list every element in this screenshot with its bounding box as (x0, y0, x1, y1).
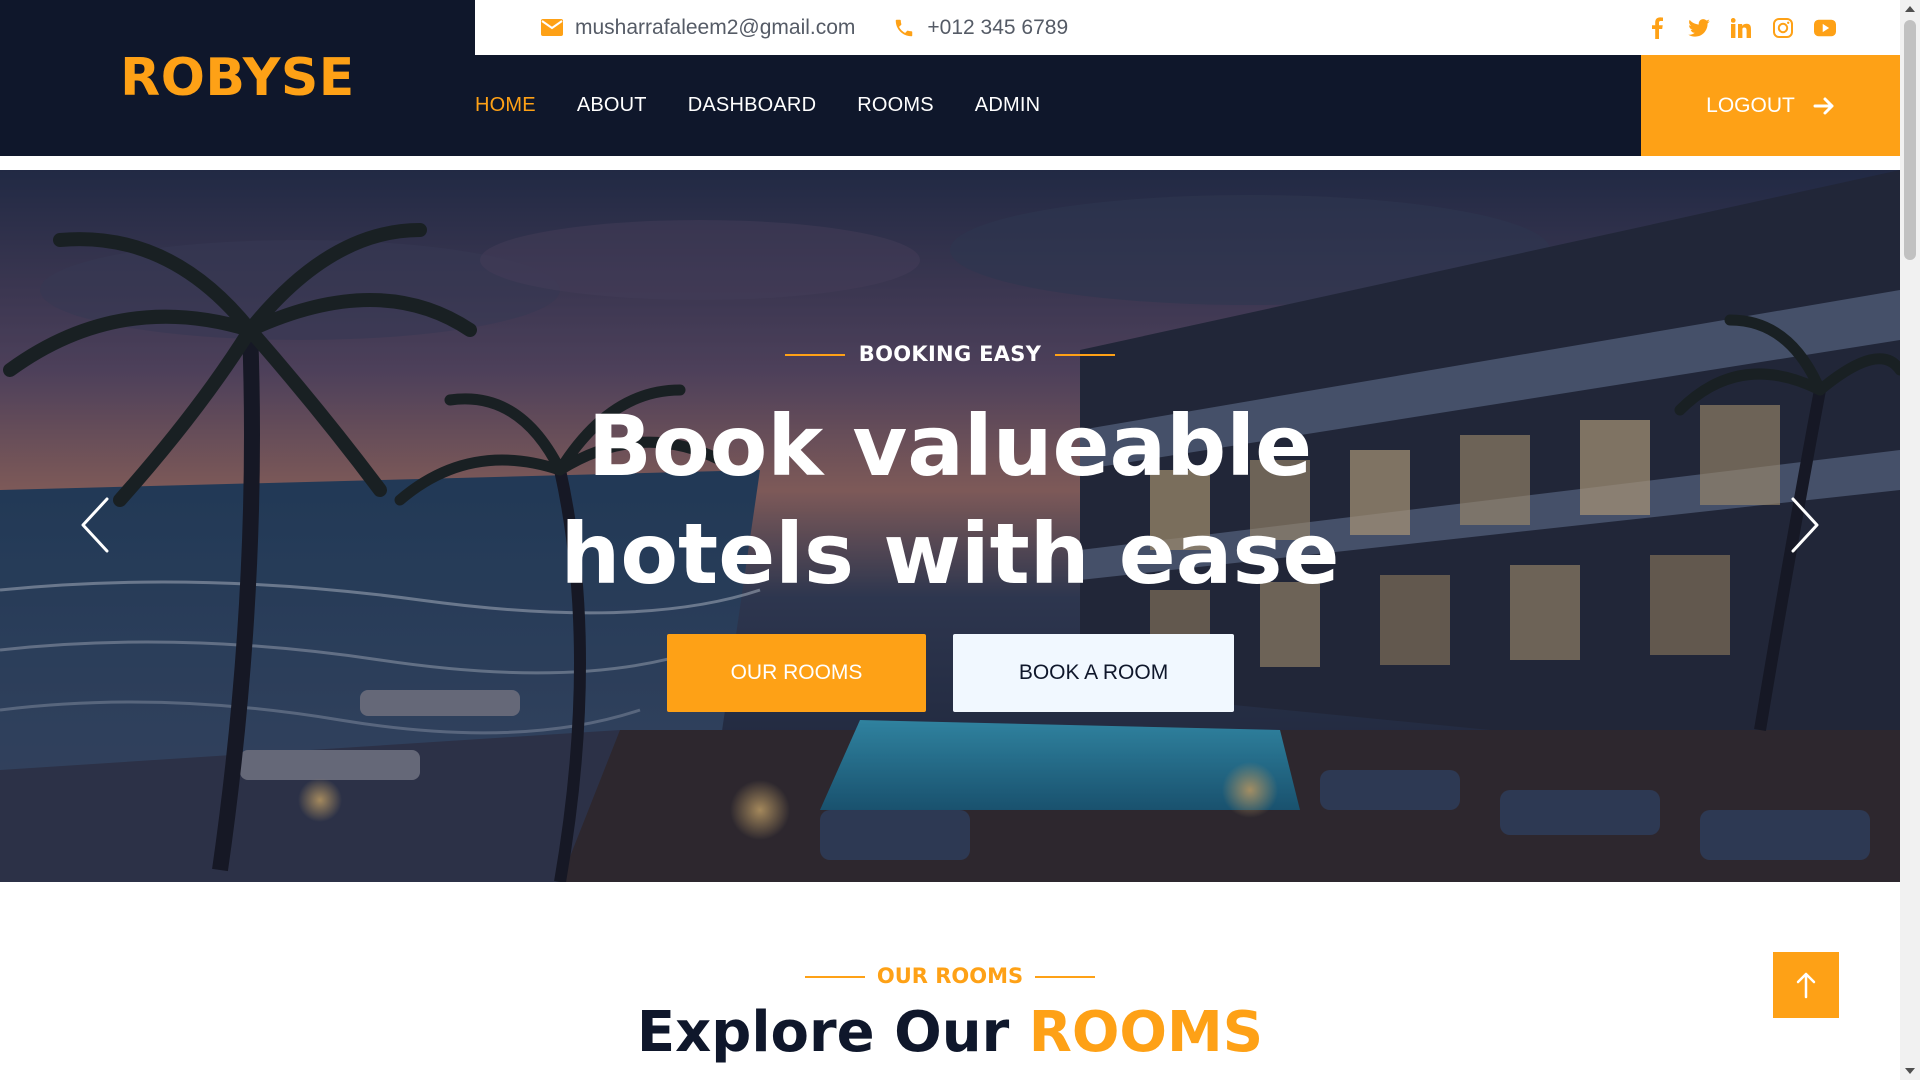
phone-text: +012 345 6789 (927, 15, 1069, 39)
phone-contact[interactable]: +012 345 6789 (893, 16, 1068, 40)
linkedin-icon[interactable] (1730, 17, 1752, 39)
scroll-down-arrow[interactable] (1900, 1062, 1920, 1080)
brand-block: ROBYSE (0, 0, 475, 156)
rooms-section-title: Explore Our ROOMS (0, 1000, 1900, 1065)
scroll-thumb[interactable] (1904, 20, 1916, 260)
rooms-eyebrow-line-left (804, 976, 865, 978)
hero-title-line1: Book valueable (587, 397, 1313, 495)
carousel-next-button[interactable] (1780, 490, 1830, 560)
rooms-eyebrow: OUR ROOMS (0, 964, 1900, 988)
logout-button[interactable]: LOGOUT (1641, 55, 1900, 156)
hero-title-line2: hotels with ease (560, 505, 1340, 603)
rooms-eyebrow-text: OUR ROOMS (876, 964, 1024, 988)
phone-icon (896, 19, 913, 36)
header-divider (0, 156, 1900, 170)
nav-item-dashboard[interactable]: DASHBOARD (688, 94, 817, 117)
youtube-icon[interactable] (1814, 17, 1836, 39)
instagram-icon[interactable] (1772, 17, 1794, 39)
carousel-prev-button[interactable] (70, 490, 120, 560)
nav-menu: HOME ABOUT DASHBOARD ROOMS ADMIN (475, 55, 1081, 156)
main-navbar: HOME ABOUT DASHBOARD ROOMS ADMIN LOGOUT (475, 55, 1900, 156)
our-rooms-button[interactable]: OUR ROOMS (667, 634, 926, 712)
page-scrollbar[interactable] (1900, 0, 1920, 1080)
book-a-room-button[interactable]: BOOK A ROOM (953, 634, 1234, 712)
eyebrow-line-left (784, 354, 845, 356)
back-to-top-button[interactable] (1773, 952, 1839, 1018)
nav-item-home[interactable]: HOME (475, 94, 536, 117)
envelope-icon (541, 19, 563, 36)
hero-eyebrow-text: BOOKING EASY (858, 342, 1042, 366)
hero-carousel: BOOKING EASY Book valueable hotels with … (0, 170, 1900, 882)
scroll-up-arrow[interactable] (1900, 0, 1920, 18)
rooms-title-text: Explore Our (636, 1000, 1010, 1065)
twitter-icon[interactable] (1688, 17, 1710, 39)
email-text: musharrafaleem2@gmail.com (575, 15, 856, 39)
hero-title: Book valueable hotels with ease (0, 392, 1900, 608)
hero-content: BOOKING EASY Book valueable hotels with … (0, 170, 1900, 882)
nav-item-about[interactable]: ABOUT (577, 94, 647, 117)
nav-item-rooms[interactable]: ROOMS (857, 94, 934, 117)
facebook-icon[interactable] (1646, 16, 1668, 39)
email-contact[interactable]: musharrafaleem2@gmail.com (541, 16, 855, 40)
chevron-left-icon (81, 497, 109, 553)
logout-label: LOGOUT (1706, 93, 1795, 117)
rooms-title-accent: ROOMS (1028, 1000, 1264, 1065)
brand-logo[interactable]: ROBYSE (120, 48, 355, 108)
nav-item-admin[interactable]: ADMIN (975, 94, 1040, 117)
triangle-down-icon (1905, 1068, 1915, 1074)
arrow-up-icon (1796, 972, 1816, 999)
social-links (1646, 0, 1836, 55)
top-contact-bar: musharrafaleem2@gmail.com +012 345 6789 (475, 0, 1900, 55)
rooms-eyebrow-line-right (1035, 976, 1096, 978)
arrow-right-icon (1813, 97, 1834, 114)
eyebrow-line-right (1055, 354, 1116, 356)
hero-eyebrow: BOOKING EASY (0, 342, 1900, 366)
chevron-right-icon (1791, 497, 1819, 553)
triangle-up-icon (1905, 6, 1915, 12)
